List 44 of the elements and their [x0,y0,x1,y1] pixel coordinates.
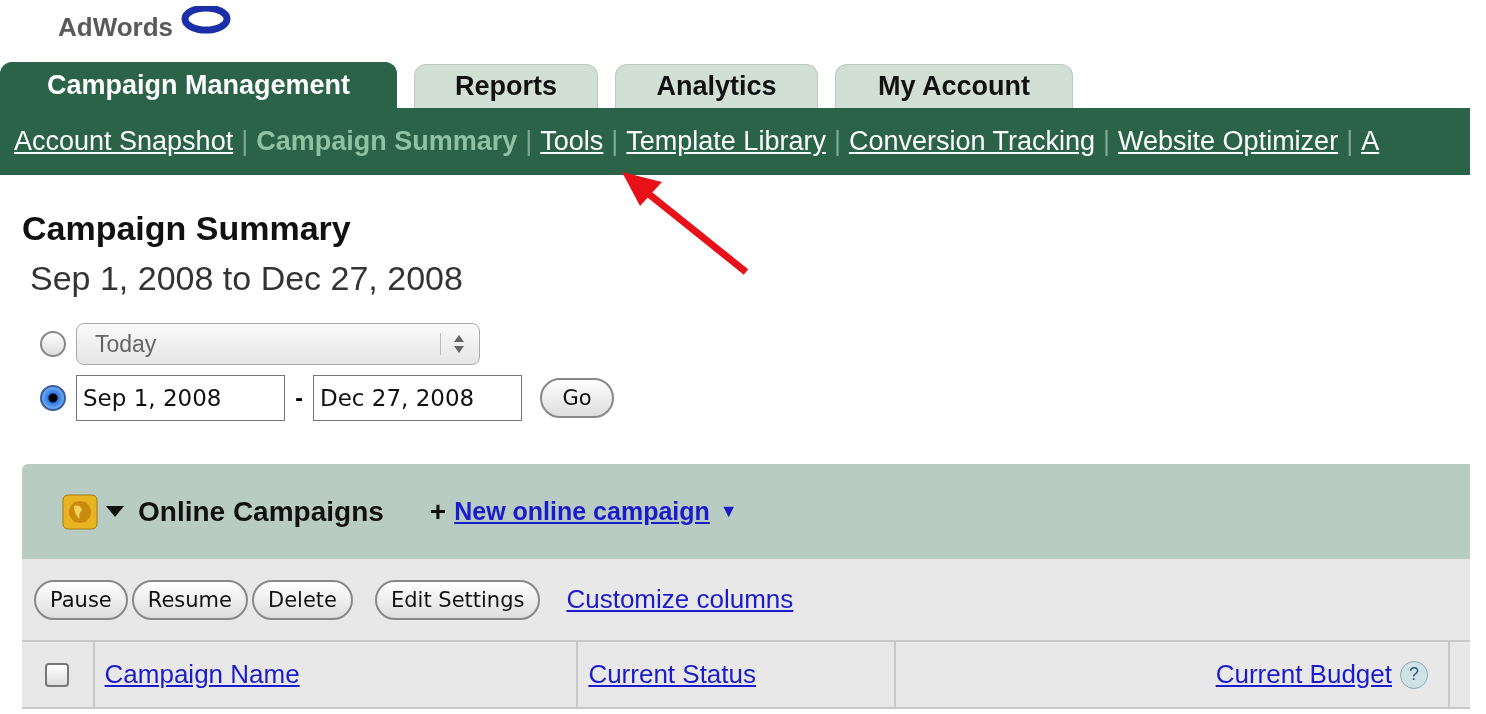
radio-button[interactable] [40,385,66,411]
logo-text: AdWords [58,12,174,42]
page-title: Campaign Summary [22,208,352,248]
separator: | [1103,126,1111,157]
toolbar-button[interactable]: Delete [251,579,353,620]
section-title: Online Campaigns [138,495,384,528]
stepper-icon [440,333,465,355]
go-button[interactable]: Go [540,378,614,418]
customize-columns-link[interactable]: Customize columns [566,584,794,615]
separator: | [1346,126,1354,157]
separator: | [611,126,619,157]
separator: | [525,126,533,157]
column-sort-link[interactable]: Current Status [588,659,756,690]
date-dash: - [294,384,304,412]
toolbar-button[interactable]: Edit Settings [374,579,541,620]
logo-ring-icon [181,6,232,36]
tab[interactable]: My Account [835,64,1073,108]
select-all-checkbox[interactable] [45,662,70,687]
column-sort-link[interactable]: Campaign Name [104,659,300,690]
nav-link[interactable]: Conversion Tracking [848,126,1096,157]
tab[interactable]: Campaign Management [0,62,397,108]
end-date-field[interactable]: Dec 27, 2008 [313,375,522,421]
separator: | [241,126,249,157]
separator: | [833,126,841,157]
period-dropdown[interactable]: Today [76,323,480,365]
nav-link[interactable]: Tools [540,126,604,157]
nav-link[interactable]: Website Optimizer [1118,126,1339,157]
dropdown-caret[interactable]: ▼ [719,501,738,522]
toolbar-button[interactable]: Pause [34,579,128,620]
tab[interactable]: Reports [414,64,598,108]
help-icon[interactable]: ? [1400,660,1428,689]
new-campaign-link[interactable]: New online campaign [454,497,710,526]
radio-button[interactable] [40,331,66,357]
tab[interactable]: Analytics [615,64,818,108]
collapse-caret-icon[interactable] [106,506,124,517]
plus-sign: + [429,495,447,528]
nav-link[interactable]: Template Library [626,126,826,157]
toolbar-button[interactable]: Resume [131,579,248,620]
date-range-text: Sep 1, 2008 to Dec 27, 2008 [30,258,464,298]
start-date-field[interactable]: Sep 1, 2008 [76,375,285,421]
column-sort-link[interactable]: Current Budget [1215,659,1392,690]
nav-link[interactable]: A [1361,126,1380,157]
nav-link[interactable]: Account Snapshot [14,126,234,157]
globe-icon [62,493,98,530]
